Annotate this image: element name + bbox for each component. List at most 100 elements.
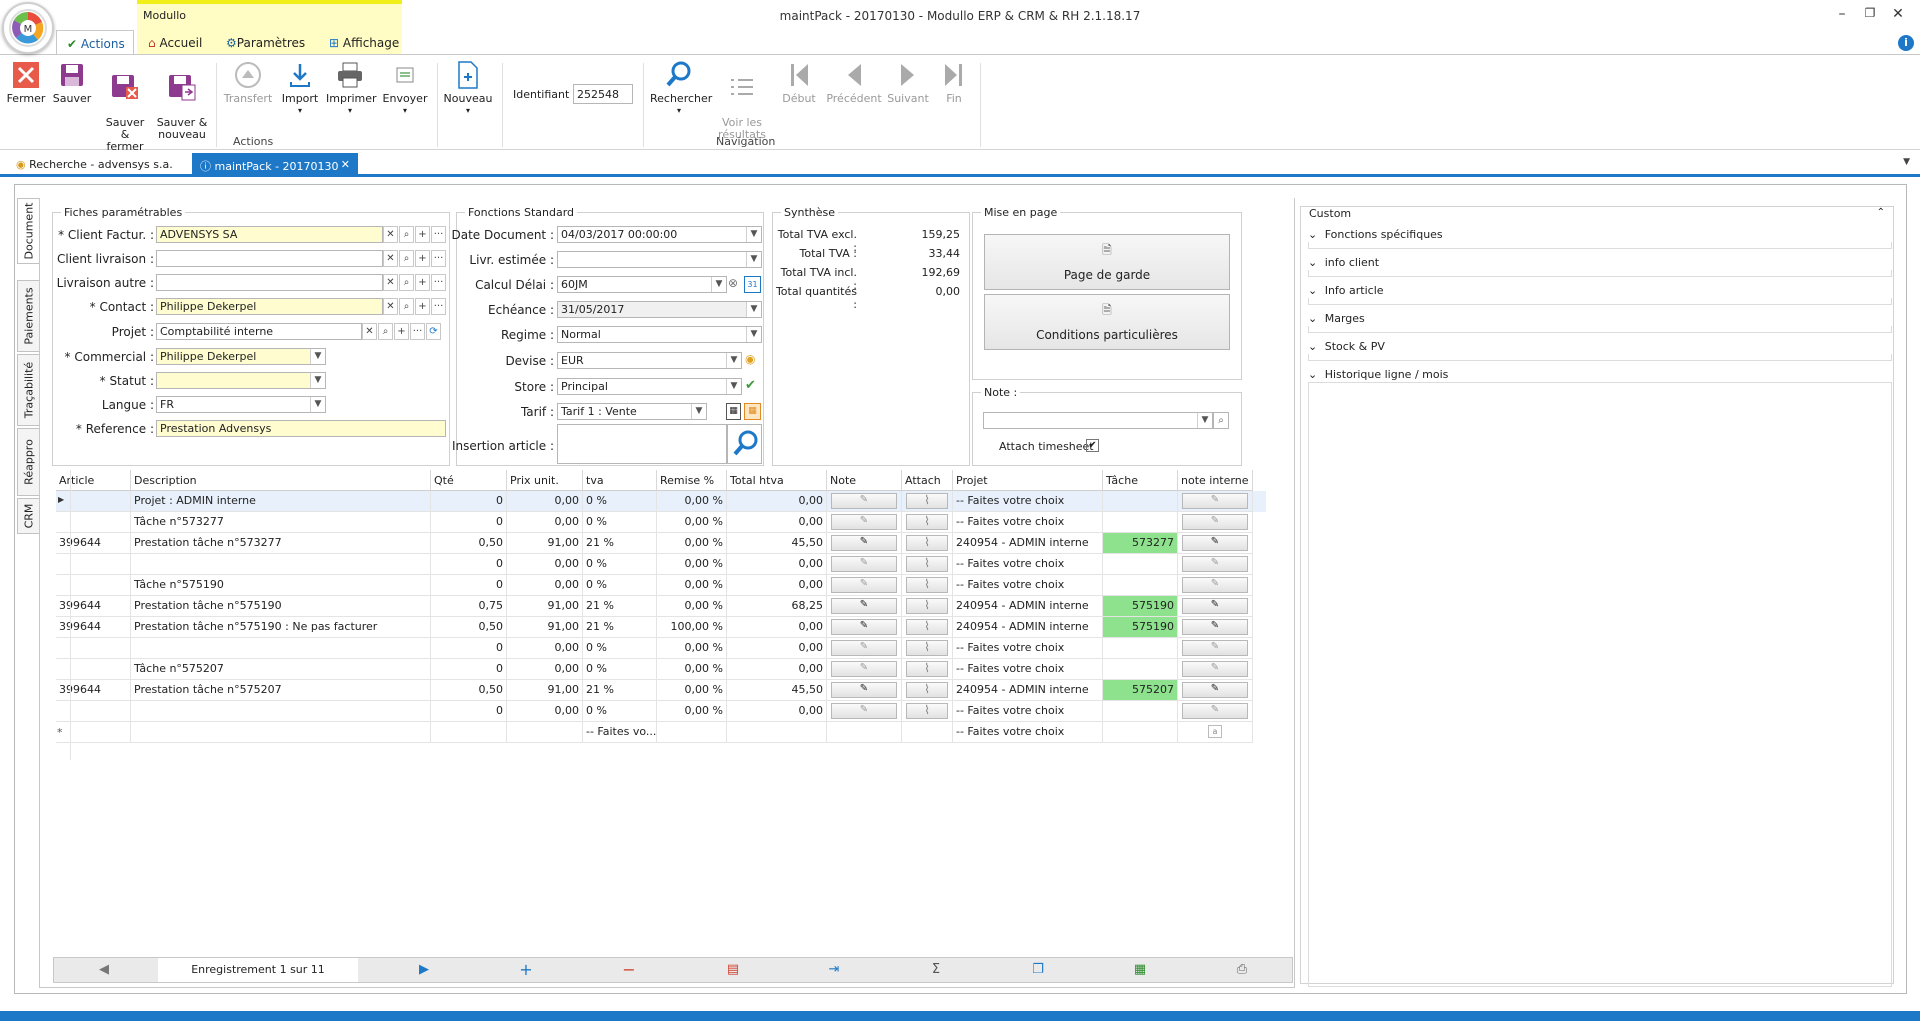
cell-qte[interactable]: 0,75: [431, 596, 507, 617]
envoyer-button[interactable]: Envoyer ▾: [382, 57, 428, 117]
cell-tache[interactable]: 575207: [1103, 680, 1178, 701]
cell-prix-unit[interactable]: 0,00: [507, 491, 583, 512]
cell-attach[interactable]: ⌇: [902, 533, 953, 554]
collapse-icon[interactable]: ⌃: [1877, 207, 1885, 218]
attach-icon[interactable]: ⌇: [906, 640, 948, 656]
cell-note-interne[interactable]: ✎: [1178, 533, 1253, 554]
attach-icon[interactable]: ⌇: [906, 682, 948, 698]
devise-select[interactable]: EUR ▼: [557, 352, 742, 369]
clear-icon[interactable]: ✕: [383, 298, 398, 315]
note-edit-icon[interactable]: ✎: [831, 577, 897, 593]
conditions-particulieres-button[interactable]: 🗎 Conditions particulières: [984, 294, 1230, 350]
cell-projet[interactable]: -- Faites votre choix: [953, 512, 1103, 533]
cell-total-htva[interactable]: 0,00: [727, 512, 827, 533]
cell-note-interne[interactable]: ✎: [1178, 617, 1253, 638]
add-icon[interactable]: +: [415, 274, 430, 291]
cell-total-htva[interactable]: 0,00: [727, 638, 827, 659]
transfert-button[interactable]: Transfert: [222, 57, 274, 105]
calcul-delai-select[interactable]: 60JM ▼: [557, 276, 727, 293]
cell-note-interne[interactable]: ✎: [1178, 596, 1253, 617]
cell-total-htva[interactable]: 45,50: [727, 680, 827, 701]
suivant-button[interactable]: Suivant: [884, 57, 932, 105]
cell-note[interactable]: ✎: [827, 554, 902, 575]
cell-qte[interactable]: 0,50: [431, 617, 507, 638]
check-icon[interactable]: ✔: [745, 378, 761, 395]
cell-total-htva[interactable]: 0,00: [727, 554, 827, 575]
cell-description[interactable]: Tâche n°575207: [131, 659, 431, 680]
attach-icon[interactable]: ⌇: [906, 661, 948, 677]
cell-tache[interactable]: [1103, 701, 1178, 722]
cell-tva[interactable]: 0 %: [583, 638, 657, 659]
search-icon[interactable]: ⌕: [399, 250, 414, 267]
attach-timesheet-checkbox[interactable]: ✔: [1086, 439, 1099, 452]
cell-description[interactable]: Projet : ADMIN interne: [131, 491, 431, 512]
cell-prix-unit[interactable]: 0,00: [507, 512, 583, 533]
cell-tache[interactable]: 575190: [1103, 596, 1178, 617]
reference-input[interactable]: Prestation Advensys: [156, 420, 446, 437]
identifiant-input[interactable]: 252548: [573, 84, 633, 104]
cell-prix-unit[interactable]: 91,00: [507, 596, 583, 617]
vtab-crm[interactable]: CRM: [17, 498, 39, 534]
note-edit-icon[interactable]: ✎: [831, 556, 897, 572]
close-window-button[interactable]: ✕: [1888, 6, 1908, 24]
note-edit-icon[interactable]: ✎: [831, 661, 897, 677]
store-select[interactable]: Principal ▼: [557, 378, 742, 395]
cell-note-interne[interactable]: ✎: [1178, 575, 1253, 596]
rechercher-button[interactable]: Rechercher ▾: [650, 57, 712, 117]
cell-tache[interactable]: [1103, 512, 1178, 533]
note-edit-icon[interactable]: ✎: [1182, 640, 1248, 656]
cell-note-interne[interactable]: ✎: [1178, 659, 1253, 680]
insertion-search-button[interactable]: [727, 424, 762, 464]
header-description[interactable]: Description: [131, 470, 431, 491]
search-icon[interactable]: ⌕: [399, 274, 414, 291]
table-row[interactable]: 0 0,00 0 % 0,00 % 0,00 ✎ ⌇ -- Faites votre choi…: [56, 701, 1266, 722]
cell-tache[interactable]: [1103, 575, 1178, 596]
note-edit-icon[interactable]: ✎: [1182, 682, 1248, 698]
table-row[interactable]: Tâche n°575190 0 0,00 0 % 0,00 % 0,00 ✎ ⌇ -- Fai…: [56, 575, 1266, 596]
page-de-garde-button[interactable]: 🗎 Page de garde: [984, 234, 1230, 290]
cell-prix-unit[interactable]: 91,00: [507, 533, 583, 554]
cell-tva[interactable]: 21 %: [583, 533, 657, 554]
cell-note[interactable]: ✎: [827, 680, 902, 701]
cell-projet[interactable]: -- Faites votre choix: [953, 575, 1103, 596]
cell-note[interactable]: ✎: [827, 701, 902, 722]
header-note[interactable]: Note: [827, 470, 902, 491]
cell-prix-unit[interactable]: 0,00: [507, 575, 583, 596]
app-logo[interactable]: M: [2, 2, 54, 54]
cell-attach[interactable]: ⌇: [902, 596, 953, 617]
note-edit-icon[interactable]: ✎: [831, 703, 897, 719]
cell-tache[interactable]: [1103, 554, 1178, 575]
new-cell-note[interactable]: [827, 722, 902, 743]
search-icon[interactable]: ⌕: [399, 298, 414, 315]
calendar-icon[interactable]: 31: [744, 276, 761, 293]
attach-icon[interactable]: ⌇: [906, 598, 948, 614]
cell-qte[interactable]: 0: [431, 512, 507, 533]
cell-remise[interactable]: 0,00 %: [657, 701, 727, 722]
clear-icon[interactable]: ✕: [383, 274, 398, 291]
cell-description[interactable]: [131, 701, 431, 722]
add-icon[interactable]: +: [415, 250, 430, 267]
cell-note-interne[interactable]: ✎: [1178, 638, 1253, 659]
custom-item[interactable]: ⌄ Historique ligne / mois: [1308, 368, 1892, 987]
livraison-autre-input[interactable]: [156, 274, 383, 291]
cell-remise[interactable]: 0,00 %: [657, 638, 727, 659]
chevron-down-icon[interactable]: ▼: [726, 379, 741, 394]
clear-icon[interactable]: ⊗: [728, 276, 742, 293]
search-icon[interactable]: ⌕: [378, 323, 393, 340]
note-edit-icon[interactable]: ✎: [1182, 493, 1248, 509]
attach-icon[interactable]: ⌇: [906, 493, 948, 509]
chevron-down-icon[interactable]: ▼: [746, 252, 761, 267]
add-record-icon[interactable]: +: [506, 958, 546, 982]
restore-button[interactable]: ❐: [1860, 6, 1880, 24]
table-row[interactable]: Tâche n°573277 0 0,00 0 % 0,00 % 0,00 ✎ ⌇ -- Fai…: [56, 512, 1266, 533]
new-cell-remise[interactable]: [657, 722, 727, 743]
cell-description[interactable]: [131, 554, 431, 575]
cell-tva[interactable]: 0 %: [583, 491, 657, 512]
copy-icon[interactable]: ❐: [1018, 958, 1058, 982]
cell-projet[interactable]: -- Faites votre choix: [953, 554, 1103, 575]
cell-tache[interactable]: [1103, 638, 1178, 659]
add-icon[interactable]: +: [394, 323, 409, 340]
cell-remise[interactable]: 0,00 %: [657, 680, 727, 701]
table-row[interactable]: 0 0,00 0 % 0,00 % 0,00 ✎ ⌇ -- Faites votre choi…: [56, 638, 1266, 659]
custom-item[interactable]: ⌄ Stock & PV: [1308, 340, 1892, 368]
